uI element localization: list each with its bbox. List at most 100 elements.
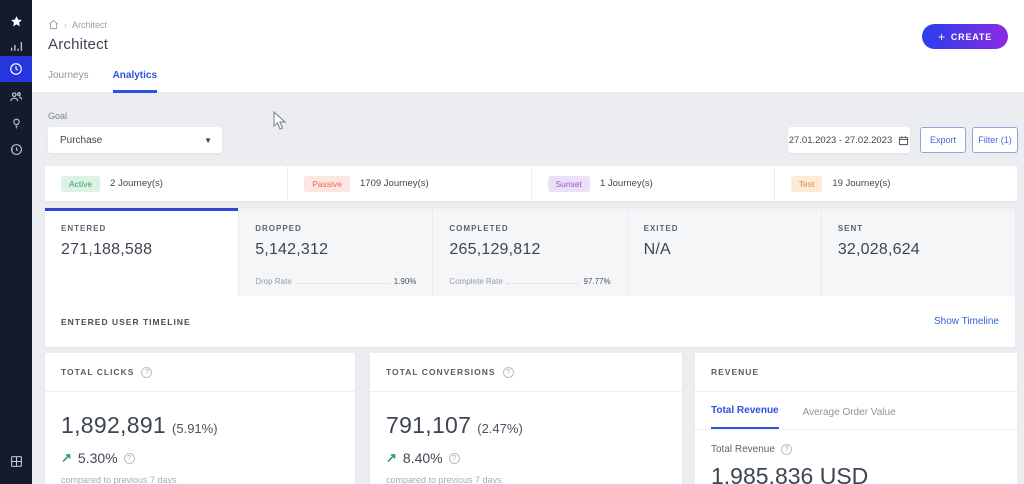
help-icon[interactable]: ? — [448, 452, 460, 464]
dotted-leader — [295, 283, 390, 284]
breadcrumb: › Architect — [48, 19, 107, 30]
metric-value: N/A — [643, 241, 671, 258]
metric-value: 271,188,588 — [61, 241, 153, 258]
metric-label: DROPPED — [255, 224, 302, 233]
tab-average-order-value[interactable]: Average Order Value — [803, 407, 896, 429]
lightbulb-icon[interactable] — [0, 110, 32, 136]
revenue-metric-label-text: Total Revenue — [711, 444, 775, 455]
metric-tab-completed[interactable]: COMPLETED 265,129,812 Complete Rate 97.7… — [432, 208, 627, 296]
metric-tab-dropped[interactable]: DROPPED 5,142,312 Drop Rate 1.90% — [238, 208, 433, 296]
analytics-page: › Architect Architect Journeys Analytics… — [0, 0, 1024, 484]
metric-value: 265,129,812 — [449, 241, 541, 258]
conversions-value: 791,107 — [386, 412, 472, 438]
card-header: TOTAL CONVERSIONS ? — [370, 353, 682, 392]
metric-label: EXITED — [643, 224, 679, 233]
metric-subrow: Complete Rate 97.77% — [449, 277, 610, 286]
metric-tab-sent[interactable]: SENT 32,028,624 — [820, 208, 1016, 296]
dotted-leader — [506, 283, 580, 284]
status-badge: Sunset — [547, 175, 590, 192]
help-icon[interactable]: ? — [141, 366, 153, 378]
status-cell-passive[interactable]: Passive 1709 Journey(s) — [288, 166, 532, 201]
conversions-change: 8.40% — [402, 450, 443, 466]
status-badge: Active — [61, 175, 101, 192]
metric-value: 5,142,312 — [255, 241, 329, 258]
journey-status-row: Active 2 Journey(s) Passive 1709 Journey… — [45, 166, 1017, 201]
total-clicks-card: TOTAL CLICKS ? 1,892,891 (5.91%) ↗ 5.30%… — [45, 353, 355, 484]
tab-total-revenue[interactable]: Total Revenue — [711, 405, 779, 429]
trend-up-icon: ↗ — [61, 450, 72, 465]
tab-analytics[interactable]: Analytics — [112, 70, 158, 93]
status-count: 1709 Journey(s) — [360, 178, 429, 189]
status-badge: Passive — [304, 175, 351, 192]
status-badge: Test — [790, 175, 823, 192]
card-header: REVENUE — [695, 353, 1017, 392]
page-title: Architect — [48, 36, 109, 53]
metric-label: ENTERED — [61, 224, 107, 233]
mouse-cursor — [273, 111, 287, 130]
metric-tab-entered[interactable]: ENTERED 271,188,588 — [45, 208, 239, 296]
card-header: TOTAL CLICKS ? — [45, 353, 355, 392]
plus-icon: + — [938, 29, 946, 44]
star-icon[interactable] — [0, 8, 32, 34]
metric-sub-label: Drop Rate — [255, 277, 292, 286]
filter-button[interactable]: Filter (1) — [972, 127, 1018, 153]
help-icon[interactable]: ? — [123, 452, 135, 464]
goal-label: Goal — [48, 111, 68, 121]
metric-value: 32,028,624 — [837, 241, 920, 258]
date-range-value: 27.01.2023 - 27.02.2023 — [788, 134, 893, 146]
metrics-card: ENTERED 271,188,588 DROPPED 5,142,312 Dr… — [45, 208, 1016, 347]
calendar-icon — [899, 135, 909, 145]
help-icon[interactable]: ? — [502, 366, 514, 378]
timeline-bar: ENTERED USER TIMELINE Show Timeline — [45, 296, 1015, 347]
create-button-label: CREATE — [950, 31, 992, 42]
export-button[interactable]: Export — [920, 127, 966, 153]
revenue-value: 1,985,836 USD — [711, 463, 869, 484]
revenue-card: REVENUE Total Revenue Average Order Valu… — [695, 353, 1017, 484]
create-button[interactable]: + CREATE — [922, 24, 1008, 49]
status-count: 19 Journey(s) — [832, 178, 891, 189]
home-icon[interactable] — [48, 19, 59, 30]
journeys-icon[interactable] — [0, 56, 32, 82]
sidebar — [0, 0, 32, 484]
metric-tabs: ENTERED 271,188,588 DROPPED 5,142,312 Dr… — [45, 208, 1016, 296]
compare-text: compared to previous 7 days — [386, 475, 502, 484]
card-body: 1,892,891 (5.91%) ↗ 5.30% ? compared to … — [45, 392, 355, 484]
card-title: REVENUE — [711, 367, 760, 377]
status-cell-active[interactable]: Active 2 Journey(s) — [45, 166, 289, 201]
revenue-tabs: Total Revenue Average Order Value — [695, 392, 1017, 430]
history-icon[interactable] — [0, 136, 32, 162]
chevron-down-icon: ▼ — [204, 135, 212, 145]
clicks-rate: (5.91%) — [172, 421, 218, 436]
help-icon[interactable]: ? — [780, 444, 792, 455]
status-cell-sunset[interactable]: Sunset 1 Journey(s) — [532, 166, 775, 201]
date-range-picker[interactable]: 27.01.2023 - 27.02.2023 — [788, 127, 910, 153]
status-count: 2 Journey(s) — [110, 178, 163, 189]
revenue-metric-label: Total Revenue ? — [695, 444, 1017, 455]
show-timeline-link[interactable]: Show Timeline — [934, 316, 999, 327]
header: › Architect Architect Journeys Analytics… — [32, 0, 1024, 93]
tab-journeys[interactable]: Journeys — [48, 70, 89, 93]
metric-label: SENT — [837, 224, 864, 233]
status-cell-test[interactable]: Test 19 Journey(s) — [775, 166, 1017, 201]
metric-tab-exited[interactable]: EXITED N/A — [626, 208, 821, 296]
conversions-rate: (2.47%) — [477, 421, 523, 436]
timeline-title: ENTERED USER TIMELINE — [61, 316, 191, 327]
metric-sub-label: Complete Rate — [449, 277, 503, 286]
metric-label: COMPLETED — [449, 224, 509, 233]
header-tabs: Journeys Analytics — [48, 70, 158, 93]
card-title: TOTAL CLICKS — [61, 367, 135, 377]
total-conversions-card: TOTAL CONVERSIONS ? 791,107 (2.47%) ↗ 8.… — [370, 353, 682, 484]
audience-icon[interactable] — [0, 84, 32, 110]
status-count: 1 Journey(s) — [599, 178, 653, 189]
card-title: TOTAL CONVERSIONS — [386, 367, 496, 377]
compare-text: compared to previous 7 days — [61, 475, 177, 484]
apps-grid-icon[interactable] — [0, 448, 32, 474]
breadcrumb-item[interactable]: Architect — [72, 20, 107, 30]
metric-subrow: Drop Rate 1.90% — [255, 277, 416, 286]
card-body: 791,107 (2.47%) ↗ 8.40% ? compared to pr… — [370, 392, 682, 484]
goal-select[interactable]: Purchase ▼ — [48, 127, 222, 153]
breadcrumb-chevron-icon: › — [64, 19, 67, 30]
trend-up-icon: ↗ — [386, 450, 397, 465]
metric-sub-value: 1.90% — [393, 277, 417, 286]
clicks-value: 1,892,891 — [61, 412, 167, 438]
